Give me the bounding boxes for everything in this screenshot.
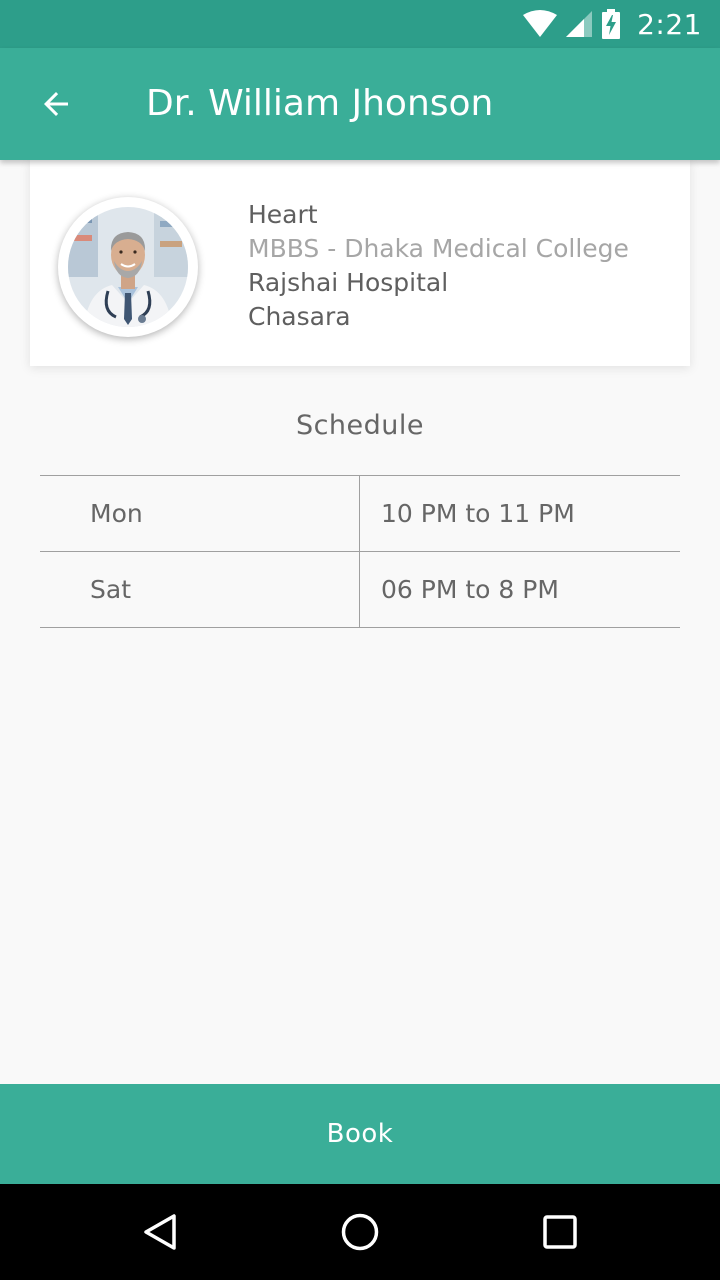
doctor-specialty: Heart (248, 200, 318, 229)
nav-recents-button[interactable] (536, 1208, 584, 1256)
back-triangle-icon (144, 1214, 176, 1250)
table-row: Mon 10 PM to 11 PM (40, 476, 680, 552)
schedule-day: Sat (40, 552, 360, 627)
back-button[interactable] (24, 72, 88, 136)
book-button[interactable]: Book (0, 1084, 720, 1184)
wifi-icon (523, 10, 558, 37)
recents-square-icon (543, 1215, 577, 1249)
doctor-photo (68, 207, 188, 327)
table-row: Sat 06 PM to 8 PM (40, 552, 680, 628)
nav-home-button[interactable] (336, 1208, 384, 1256)
schedule-title: Schedule (295, 410, 425, 441)
home-circle-icon (341, 1213, 379, 1251)
app-bar: Dr. William Jhonson (0, 48, 720, 160)
status-icons: 2:21 (523, 0, 702, 48)
status-bar: 2:21 (0, 0, 720, 48)
battery-charging-icon (602, 9, 621, 39)
nav-back-button[interactable] (136, 1208, 184, 1256)
schedule-time: 06 PM to 8 PM (381, 575, 559, 604)
schedule-table: Mon 10 PM to 11 PM Sat 06 PM to 8 PM (40, 475, 680, 628)
system-nav-bar (0, 1184, 720, 1280)
schedule-time: 10 PM to 11 PM (381, 499, 575, 528)
page-title: Dr. William Jhonson (146, 83, 494, 124)
doctor-hospital: Rajshai Hospital (248, 268, 449, 297)
doctor-details: Heart MBBS - Dhaka Medical College Rajsh… (248, 198, 629, 334)
arrow-back-icon (44, 92, 68, 116)
status-time: 2:21 (637, 7, 702, 41)
cell-signal-icon (566, 11, 593, 37)
doctor-degree: MBBS - Dhaka Medical College (248, 234, 629, 263)
doctor-profile-card: Heart MBBS - Dhaka Medical College Rajsh… (30, 160, 690, 366)
schedule-day: Mon (40, 476, 360, 551)
avatar (58, 197, 198, 337)
doctor-location: Chasara (248, 302, 351, 331)
